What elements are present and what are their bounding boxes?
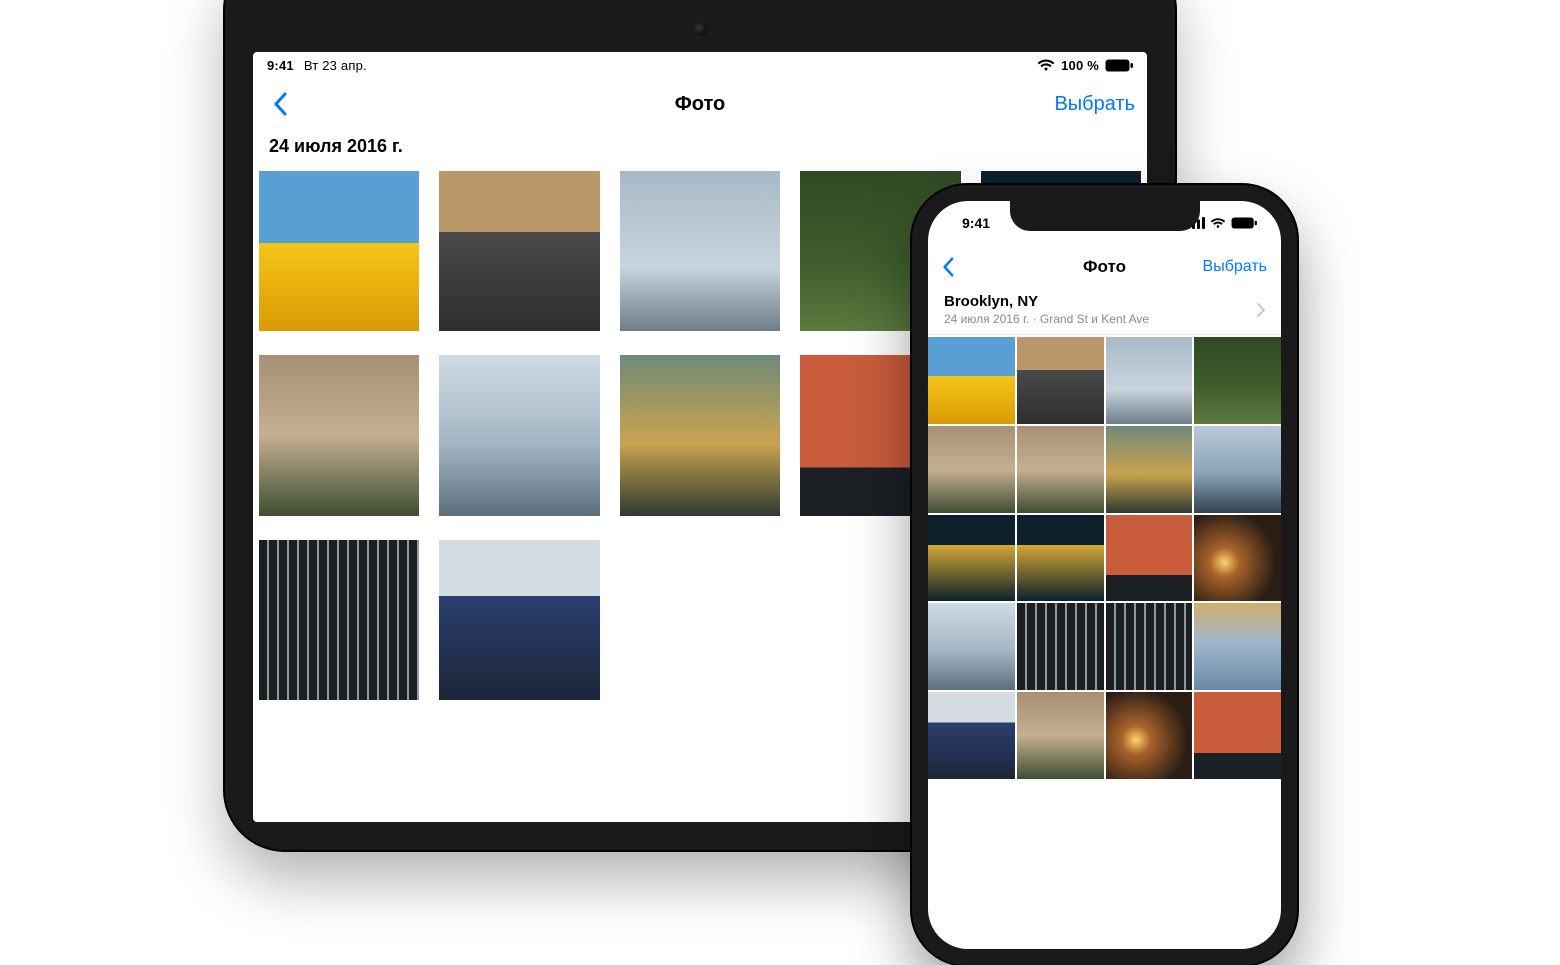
section-header[interactable]: Brooklyn, NY 24 июля 2016 г. · Grand St … xyxy=(928,289,1281,335)
photo-thumbnail[interactable] xyxy=(1194,603,1281,690)
photo-thumbnail[interactable] xyxy=(1106,603,1193,690)
photo-thumbnail[interactable] xyxy=(928,337,1015,424)
chevron-right-icon xyxy=(1257,303,1265,317)
photo-thumbnail[interactable] xyxy=(928,603,1015,690)
photo-thumbnail[interactable] xyxy=(259,171,419,331)
back-button[interactable] xyxy=(265,82,295,126)
battery-icon xyxy=(1105,59,1133,72)
ipad-front-camera xyxy=(693,22,707,36)
photo-thumbnail[interactable] xyxy=(259,540,419,700)
photo-thumbnail[interactable] xyxy=(1106,692,1193,779)
select-button[interactable]: Выбрать xyxy=(1203,258,1267,276)
iphone-device-frame: 9:41 Фото Выбрать Brooklyn, xyxy=(912,185,1297,965)
photo-thumbnail[interactable] xyxy=(928,515,1015,602)
iphone-notch xyxy=(1010,201,1200,231)
wifi-icon xyxy=(1210,217,1226,229)
photo-thumbnail[interactable] xyxy=(928,692,1015,779)
photo-thumbnail[interactable] xyxy=(1194,337,1281,424)
iphone-screen: 9:41 Фото Выбрать Brooklyn, xyxy=(928,201,1281,949)
photo-thumbnail[interactable] xyxy=(1194,515,1281,602)
photo-thumbnail[interactable] xyxy=(1017,337,1104,424)
photo-thumbnail[interactable] xyxy=(928,426,1015,513)
photo-thumbnail[interactable] xyxy=(439,355,599,515)
select-button[interactable]: Выбрать xyxy=(1054,93,1135,116)
ipad-status-bar: 9:41 Вт 23 апр. 100 % xyxy=(253,52,1147,78)
photo-thumbnail[interactable] xyxy=(1106,337,1193,424)
photo-thumbnail[interactable] xyxy=(620,171,780,331)
location-meta: 24 июля 2016 г. · Grand St и Kent Ave xyxy=(944,312,1149,326)
photo-thumbnail[interactable] xyxy=(1194,426,1281,513)
status-date: Вт 23 апр. xyxy=(304,58,367,73)
status-time: 9:41 xyxy=(267,58,294,73)
section-date: 24 июля 2016 г. xyxy=(269,136,1131,157)
photo-thumbnail[interactable] xyxy=(1106,426,1193,513)
photo-thumbnail[interactable] xyxy=(1106,515,1193,602)
photo-thumbnail[interactable] xyxy=(620,355,780,515)
photo-thumbnail[interactable] xyxy=(439,171,599,331)
back-button[interactable] xyxy=(942,257,970,277)
photo-thumbnail[interactable] xyxy=(1017,515,1104,602)
photo-thumbnail[interactable] xyxy=(439,540,599,700)
photo-thumbnail[interactable] xyxy=(1017,692,1104,779)
battery-percentage: 100 % xyxy=(1061,58,1099,73)
page-title: Фото xyxy=(253,93,1147,116)
ipad-nav-bar: Фото Выбрать xyxy=(253,78,1147,130)
photo-thumbnail[interactable] xyxy=(1017,603,1104,690)
battery-icon xyxy=(1231,217,1257,229)
photo-thumbnail[interactable] xyxy=(259,355,419,515)
status-time: 9:41 xyxy=(962,215,990,231)
iphone-nav-bar: Фото Выбрать xyxy=(928,245,1281,289)
section-header: 24 июля 2016 г. xyxy=(253,130,1147,167)
photo-grid xyxy=(928,337,1281,779)
photo-thumbnail[interactable] xyxy=(1017,426,1104,513)
location-title: Brooklyn, NY xyxy=(944,293,1149,310)
wifi-icon xyxy=(1037,58,1055,72)
photo-thumbnail[interactable] xyxy=(1194,692,1281,779)
